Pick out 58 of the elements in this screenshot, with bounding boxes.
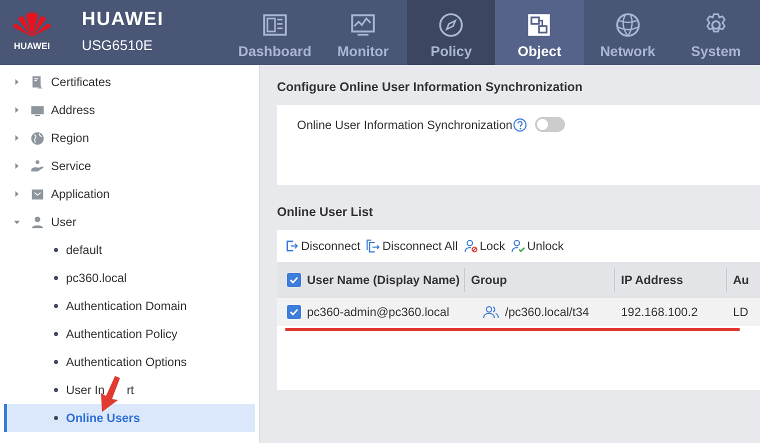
nav-tab[interactable]: Dashboard [230, 0, 319, 65]
nav-tab[interactable]: System [672, 0, 760, 65]
tree-item[interactable]: Address [0, 96, 259, 124]
section-title: Online User List [277, 204, 374, 221]
brand-name: HUAWEI [82, 10, 165, 28]
globe-icon [614, 12, 641, 38]
tree-item[interactable]: default [4, 236, 255, 264]
table-cell-text: /pc360.local/t34 [505, 304, 590, 320]
toolbar-button[interactable]: Disconnect [285, 236, 360, 254]
checkbox[interactable] [287, 304, 301, 318]
nav-tab[interactable]: Policy [407, 0, 496, 65]
column-header: Group [471, 272, 507, 288]
toggle-switch[interactable] [535, 117, 566, 132]
column-header: User Name (Display Name) [307, 272, 460, 288]
nav-tab[interactable]: Monitor [318, 0, 408, 65]
tree-item[interactable]: Authentication Domain [4, 292, 255, 320]
tree-item[interactable]: Application [0, 180, 259, 208]
nav-tab[interactable]: Object [495, 0, 584, 65]
tree-item[interactable]: Authentication Options [4, 348, 255, 376]
toolbar-button[interactable]: Lock [464, 236, 506, 254]
tree-item[interactable]: Certificates [0, 68, 259, 96]
exit-icon [285, 238, 299, 252]
inbox-icon [30, 186, 45, 202]
hand-icon [30, 158, 45, 174]
tree-item[interactable]: pc360.local [4, 264, 255, 292]
column-header: Au [733, 272, 749, 288]
tree-item[interactable]: Online Users [4, 404, 255, 432]
setting-label: Online User Information Synchronization [297, 116, 512, 134]
checkbox[interactable] [287, 272, 301, 286]
exit-icon [366, 238, 380, 252]
monitor-icon [350, 12, 376, 38]
toolbar-button[interactable]: Unlock [511, 236, 564, 254]
dashboard-icon [262, 12, 288, 38]
logo-text: HUAWEI [14, 40, 50, 54]
user-icon [30, 214, 45, 230]
checkmark-icon [289, 306, 299, 316]
flower-logo-icon [12, 11, 52, 38]
tree-item[interactable]: Authentication Policy [4, 320, 255, 348]
users-icon [483, 304, 499, 318]
user-block-icon [464, 238, 478, 252]
help-icon[interactable] [513, 118, 528, 132]
certificate-icon [30, 74, 45, 90]
table-cell-text: LD [733, 304, 748, 320]
tree-item[interactable]: Region [0, 124, 259, 152]
checkmark-icon [289, 274, 299, 284]
model-name: USG6510E [82, 36, 154, 54]
tree-item[interactable]: Service [0, 152, 259, 180]
linked-squares-icon [526, 12, 552, 38]
table-cell-text: 192.168.100.2 [621, 304, 698, 320]
table-cell-text: pc360-admin@pc360.local [307, 304, 450, 320]
compass-icon [438, 12, 464, 38]
section-title: Configure Online User Information Synchronization [277, 79, 584, 96]
tree-item[interactable]: User [0, 208, 259, 236]
toolbar-button[interactable]: Disconnect All [366, 236, 458, 254]
user-check-icon [511, 238, 526, 252]
globe-icon [30, 130, 45, 146]
nav-tab[interactable]: Network [584, 0, 672, 65]
column-header: IP Address [621, 272, 684, 288]
